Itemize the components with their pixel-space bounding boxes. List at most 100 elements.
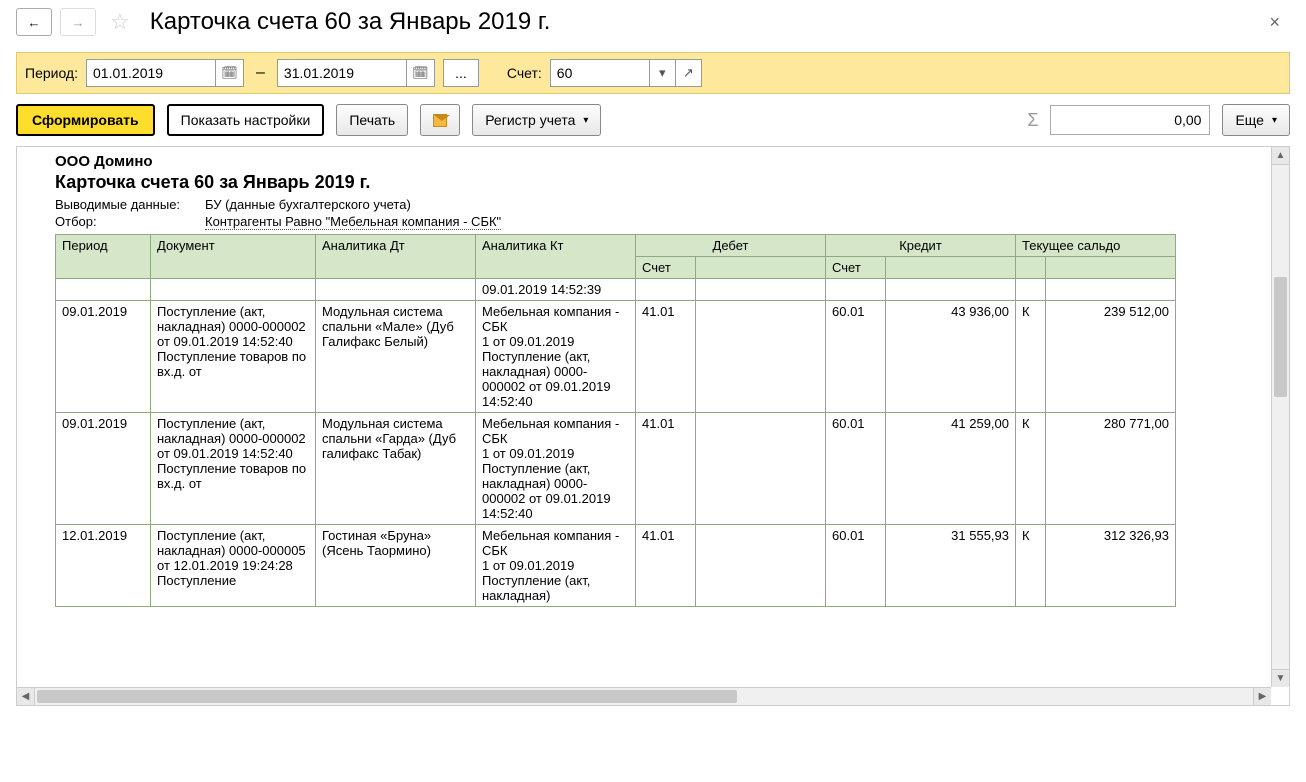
col-balance-type: [1016, 257, 1046, 279]
date-to-calendar-button[interactable]: 🗓: [407, 59, 435, 87]
cell-analytics-kt: 09.01.2019 14:52:39: [476, 279, 636, 301]
col-credit-account: Счет: [826, 257, 886, 279]
cell-debit-amt: [696, 301, 826, 413]
arrow-left-icon: ←: [28, 15, 41, 30]
col-analytics-dt: Аналитика Дт: [316, 235, 476, 279]
cell-analytics-dt: Модульная система спальни «Мале» (Дуб Га…: [316, 301, 476, 413]
scroll-down-icon[interactable]: ▼: [1272, 669, 1289, 687]
sigma-icon: Σ: [1027, 110, 1038, 131]
scroll-thumb[interactable]: [37, 690, 737, 703]
date-from-calendar-button[interactable]: 🗓: [216, 59, 244, 87]
arrow-right-icon: →: [72, 15, 85, 30]
col-balance-amount: [1046, 257, 1176, 279]
cell-debit-acct: 41.01: [636, 413, 696, 525]
output-data-label: Выводимые данные:: [55, 197, 205, 212]
cell-document: Поступление (акт, накладная) 0000-000005…: [151, 525, 316, 607]
cell-document: Поступление (акт, накладная) 0000-000002…: [151, 301, 316, 413]
register-button[interactable]: Регистр учета ▾: [472, 104, 601, 136]
generate-button[interactable]: Сформировать: [16, 104, 155, 136]
table-row[interactable]: 09.01.2019Поступление (акт, накладная) 0…: [56, 413, 1176, 525]
col-debit: Дебет: [636, 235, 826, 257]
cell-debit-acct: 41.01: [636, 301, 696, 413]
account-dropdown-button[interactable]: ▾: [650, 59, 676, 87]
cell-credit-acct: 60.01: [826, 525, 886, 607]
print-button[interactable]: Печать: [336, 104, 408, 136]
account-open-button[interactable]: ↗: [676, 59, 702, 87]
caret-down-icon: ▾: [1272, 115, 1277, 126]
col-debit-account: Счет: [636, 257, 696, 279]
show-settings-button[interactable]: Показать настройки: [167, 104, 325, 136]
scroll-right-icon[interactable]: ▶: [1253, 688, 1271, 705]
register-label: Регистр учета: [485, 112, 575, 128]
open-icon: ↗: [683, 65, 694, 81]
cell-analytics-kt: Мебельная компания - СБК 1 от 09.01.2019…: [476, 413, 636, 525]
report-area: ООО Домино Карточка счета 60 за Январь 2…: [16, 146, 1290, 706]
cell-credit-acct: 60.01: [826, 301, 886, 413]
cell-debit-acct: 41.01: [636, 525, 696, 607]
email-button[interactable]: [420, 104, 460, 136]
page-title: Карточка счета 60 за Январь 2019 г.: [150, 8, 551, 36]
cell-period: 09.01.2019: [56, 301, 151, 413]
cell-analytics-dt: Гостиная «Бруна» (Ясень Таормино): [316, 525, 476, 607]
cell-period: 09.01.2019: [56, 413, 151, 525]
period-select-button[interactable]: ...: [443, 59, 479, 87]
envelope-icon: [433, 114, 447, 127]
table-row-partial: 09.01.2019 14:52:39: [56, 279, 1176, 301]
more-button[interactable]: Еще ▾: [1222, 104, 1290, 136]
account-label: Счет:: [507, 65, 542, 81]
col-document: Документ: [151, 235, 316, 279]
cell-bal-amt: 280 771,00: [1046, 413, 1176, 525]
close-button[interactable]: ×: [1259, 12, 1290, 33]
nav-forward-button[interactable]: →: [60, 8, 96, 36]
output-data-value: БУ (данные бухгалтерского учета): [205, 197, 411, 212]
table-row[interactable]: 09.01.2019Поступление (акт, накладная) 0…: [56, 301, 1176, 413]
cell-bal-type: К: [1016, 301, 1046, 413]
scroll-up-icon[interactable]: ▲: [1272, 147, 1289, 165]
col-balance: Текущее сальдо: [1016, 235, 1176, 257]
vertical-scrollbar[interactable]: ▲ ▼: [1271, 147, 1289, 687]
cell-bal-amt: 312 326,93: [1046, 525, 1176, 607]
filter-value: Контрагенты Равно "Мебельная компания - …: [205, 214, 501, 230]
cell-analytics-kt: Мебельная компания - СБК 1 от 09.01.2019…: [476, 525, 636, 607]
filter-label: Отбор:: [55, 214, 205, 230]
scroll-left-icon[interactable]: ◀: [17, 688, 35, 705]
cell-debit-amt: [696, 413, 826, 525]
more-label: Еще: [1235, 112, 1264, 128]
sum-input[interactable]: [1050, 105, 1210, 135]
cell-analytics-dt: Модульная система спальни «Гарда» (Дуб г…: [316, 413, 476, 525]
cell-credit-amt: 43 936,00: [886, 301, 1016, 413]
cell-credit-acct: 60.01: [826, 413, 886, 525]
period-label: Период:: [25, 65, 78, 81]
report-table: Период Документ Аналитика Дт Аналитика К…: [55, 234, 1176, 607]
caret-down-icon: ▾: [583, 115, 588, 126]
date-from-input[interactable]: [86, 59, 216, 87]
cell-debit-amt: [696, 525, 826, 607]
cell-bal-type: К: [1016, 413, 1046, 525]
report-title: Карточка счета 60 за Январь 2019 г.: [55, 172, 1289, 193]
caret-down-icon: ▾: [659, 65, 666, 81]
cell-document: Поступление (акт, накладная) 0000-000002…: [151, 413, 316, 525]
col-debit-amount: [696, 257, 826, 279]
date-dash: –: [256, 64, 265, 82]
col-period: Период: [56, 235, 151, 279]
scroll-thumb[interactable]: [1274, 277, 1287, 397]
table-row[interactable]: 12.01.2019Поступление (акт, накладная) 0…: [56, 525, 1176, 607]
toolbar: Сформировать Показать настройки Печать Р…: [0, 94, 1306, 146]
horizontal-scrollbar[interactable]: ◀ ▶: [17, 687, 1271, 705]
col-analytics-kt: Аналитика Кт: [476, 235, 636, 279]
cell-analytics-kt: Мебельная компания - СБК 1 от 09.01.2019…: [476, 301, 636, 413]
cell-credit-amt: 41 259,00: [886, 413, 1016, 525]
col-credit-amount: [886, 257, 1016, 279]
filter-bar: Период: 🗓 – 🗓 ... Счет: ▾ ↗: [16, 52, 1290, 94]
nav-back-button[interactable]: ←: [16, 8, 52, 36]
favorite-star-icon[interactable]: ☆: [110, 9, 130, 35]
organization-name: ООО Домино: [55, 153, 1289, 170]
date-to-input[interactable]: [277, 59, 407, 87]
cell-bal-type: К: [1016, 525, 1046, 607]
cell-bal-amt: 239 512,00: [1046, 301, 1176, 413]
calendar-icon: 🗓: [221, 65, 238, 81]
cell-credit-amt: 31 555,93: [886, 525, 1016, 607]
account-input[interactable]: [550, 59, 650, 87]
calendar-icon: 🗓: [412, 65, 429, 81]
cell-period: 12.01.2019: [56, 525, 151, 607]
